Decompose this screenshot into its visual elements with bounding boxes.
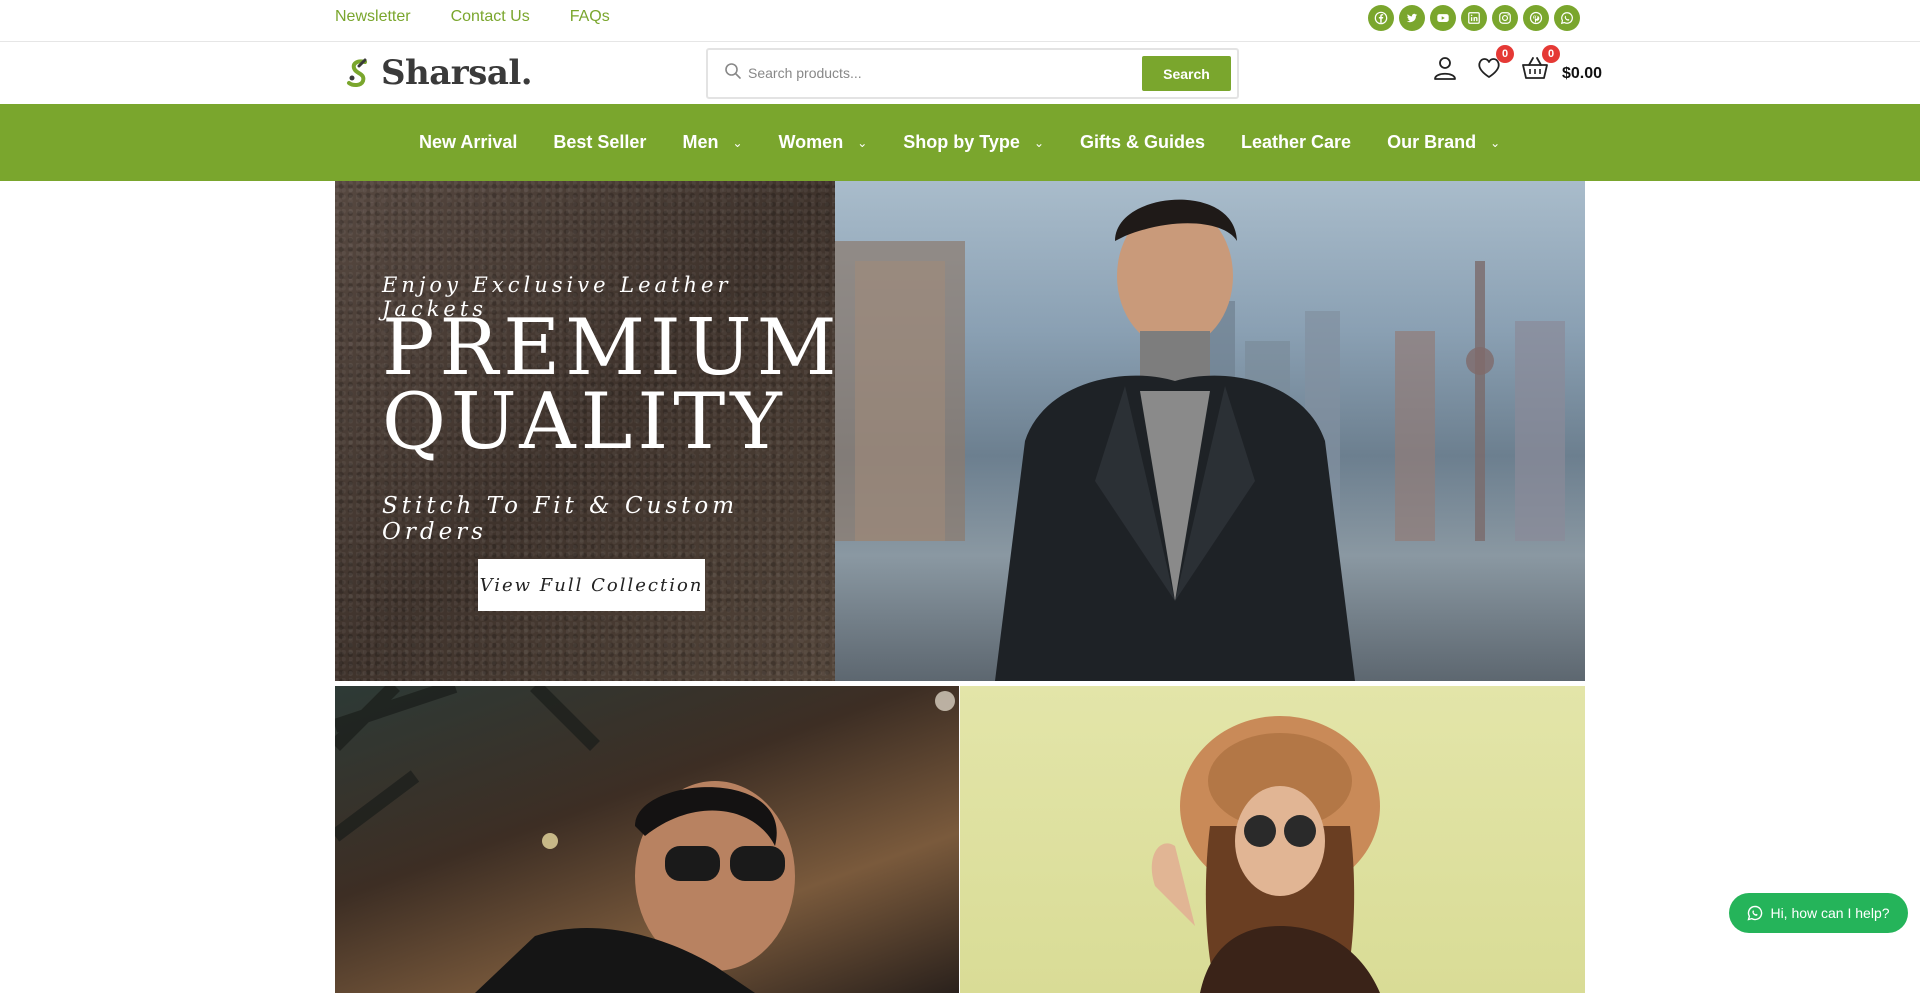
search-button[interactable]: Search xyxy=(1142,56,1231,91)
chat-label: Hi, how can I help? xyxy=(1770,905,1890,921)
women-hat-photo[interactable] xyxy=(960,686,1585,993)
faqs-link[interactable]: FAQs xyxy=(570,8,610,26)
account-button[interactable] xyxy=(1430,53,1460,83)
chevron-down-icon: ⌄ xyxy=(857,135,868,150)
logo-text: Sharsal. xyxy=(381,53,533,93)
hero-title-line1: PREMIUM xyxy=(382,303,842,393)
nav-item-best-seller[interactable]: Best Seller xyxy=(553,132,646,153)
top-links: Newsletter Contact Us FAQs xyxy=(335,8,610,26)
youtube-icon[interactable] xyxy=(1430,5,1456,31)
nav-item-our-brand[interactable]: Our Brand ⌄ xyxy=(1387,132,1500,153)
facebook-icon[interactable] xyxy=(1368,5,1394,31)
nav-item-leather-care[interactable]: Leather Care xyxy=(1241,132,1351,153)
chevron-down-icon: ⌄ xyxy=(1033,135,1044,150)
nav-item-women[interactable]: Women ⌄ xyxy=(779,132,868,153)
search-bar: Search xyxy=(706,48,1239,99)
top-bar: Newsletter Contact Us FAQs xyxy=(0,0,1920,42)
twitter-icon[interactable] xyxy=(1399,5,1425,31)
nav-label: Women xyxy=(778,132,844,152)
nav-label: Leather Care xyxy=(1241,132,1352,152)
logo-mark-icon xyxy=(347,58,367,88)
woman-in-hat-image xyxy=(1151,716,1380,993)
men-sunglasses-photo[interactable] xyxy=(335,686,959,993)
hero-subtitle: Stitch To Fit & Custom Orders xyxy=(382,493,739,545)
cart-total[interactable]: $0.00 xyxy=(1562,65,1602,83)
man-in-jacket-image xyxy=(335,686,955,993)
instagram-icon[interactable] xyxy=(1492,5,1518,31)
nav-label: Gifts & Guides xyxy=(1080,132,1206,152)
hero-model-photo xyxy=(835,181,1585,681)
social-links xyxy=(1368,5,1580,31)
header-actions: 0 0 $0.00 xyxy=(1430,45,1602,83)
view-full-collection-button[interactable]: View Full Collection xyxy=(478,559,705,611)
newsletter-link[interactable]: Newsletter xyxy=(335,8,411,26)
hero-title-line2: QUALITY xyxy=(382,377,787,467)
chat-help-button[interactable]: Hi, how can I help? xyxy=(1729,893,1908,933)
cart-count-badge: 0 xyxy=(1542,45,1560,63)
whatsapp-icon xyxy=(1747,905,1763,921)
hero-banner: Enjoy Exclusive Leather Jackets PREMIUM … xyxy=(335,181,1585,681)
search-icon xyxy=(725,63,741,79)
nav-item-shop-by-type[interactable]: Shop by Type ⌄ xyxy=(903,132,1044,153)
nav-label: Shop by Type xyxy=(903,132,1020,152)
site-header: Sharsal. Search 0 0 xyxy=(0,43,1920,104)
nav-label: Best Seller xyxy=(553,132,647,152)
main-nav: New Arrival Best Seller Men ⌄ Women ⌄ Shop… xyxy=(0,104,1920,181)
nav-item-men[interactable]: Men ⌄ xyxy=(682,132,742,153)
hero-title: PREMIUM QUALITY xyxy=(382,303,842,467)
nav-item-new-arrival[interactable]: New Arrival xyxy=(419,132,517,153)
nav-label: Our Brand xyxy=(1387,132,1477,152)
user-icon xyxy=(1434,57,1456,80)
nav-label: New Arrival xyxy=(419,132,518,152)
nav-label: Men xyxy=(682,132,719,152)
nav-item-gifts-guides[interactable]: Gifts & Guides xyxy=(1080,132,1205,153)
whatsapp-icon[interactable] xyxy=(1554,5,1580,31)
cart-button[interactable]: 0 xyxy=(1520,45,1560,83)
model-in-leather-jacket xyxy=(995,199,1355,681)
linkedin-icon[interactable] xyxy=(1461,5,1487,31)
wishlist-button[interactable]: 0 xyxy=(1474,45,1514,83)
hero-leather-panel: Enjoy Exclusive Leather Jackets PREMIUM … xyxy=(335,181,836,681)
search-input[interactable] xyxy=(748,58,1128,88)
contact-us-link[interactable]: Contact Us xyxy=(451,8,530,26)
pinterest-icon[interactable] xyxy=(1523,5,1549,31)
wishlist-count-badge: 0 xyxy=(1496,45,1514,63)
chevron-down-icon: ⌄ xyxy=(1490,135,1501,150)
logo[interactable]: Sharsal. xyxy=(345,53,533,93)
chevron-down-icon: ⌄ xyxy=(732,135,743,150)
